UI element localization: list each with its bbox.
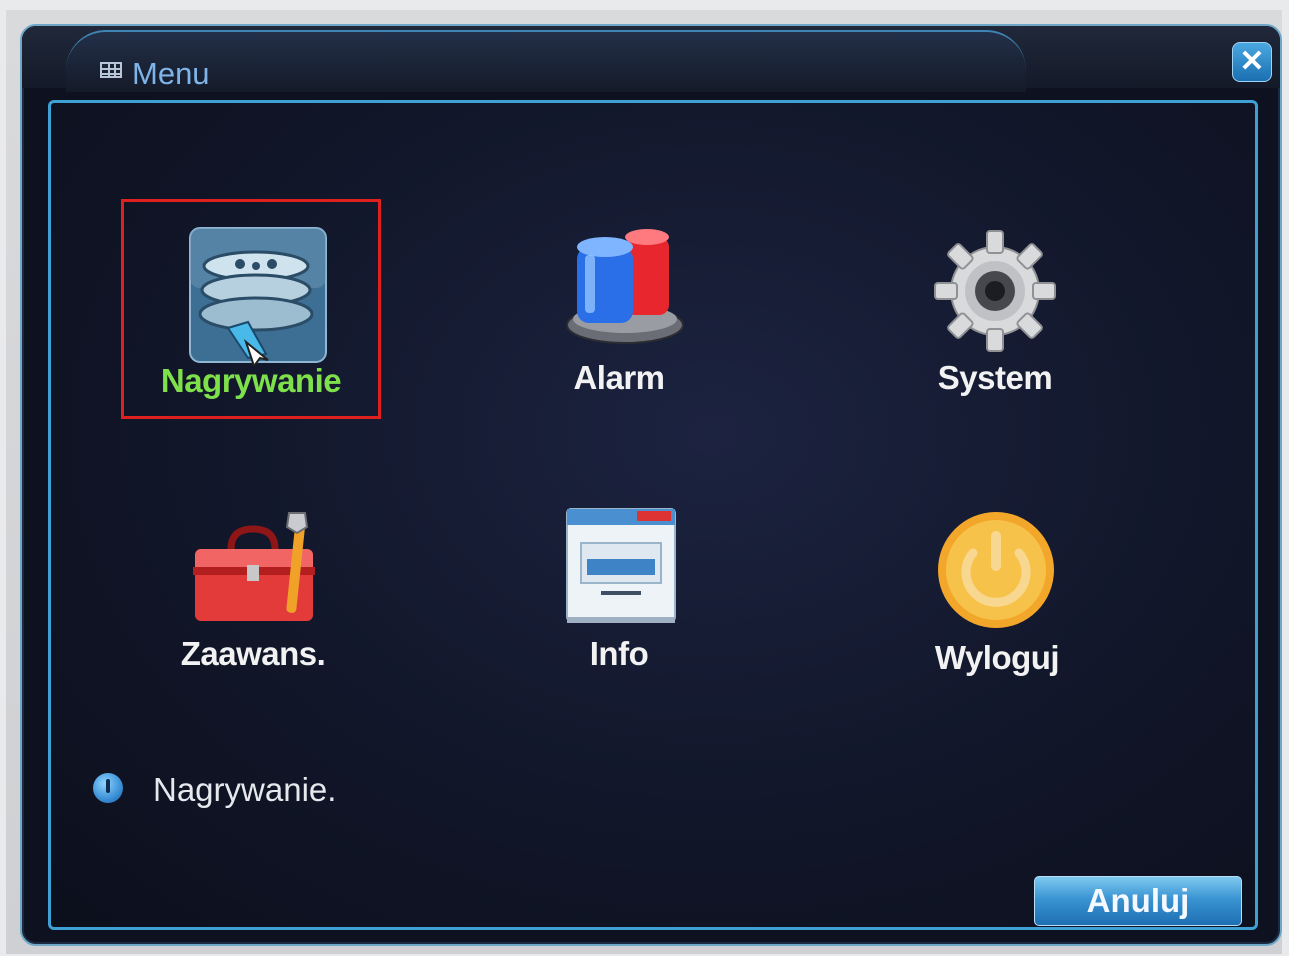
monitor-screen: Menu ✕ Nagrywanie Alarm System Zaawans. … (6, 10, 1282, 954)
tile-label: Wyloguj (934, 639, 1060, 676)
film-reels-icon (189, 227, 327, 366)
status-text: Nagrywanie. (153, 771, 337, 808)
menu-item-system[interactable]: System (865, 199, 1125, 419)
menu-window: Menu ✕ Nagrywanie Alarm System Zaawans. … (20, 24, 1282, 946)
menu-item-nagrywanie[interactable]: Nagrywanie (121, 199, 381, 419)
info-status-icon (93, 773, 123, 803)
title-bar: Menu ✕ (22, 26, 1280, 92)
info-window-icon (566, 508, 676, 623)
menu-item-alarm[interactable]: Alarm (489, 199, 749, 419)
title-tab (66, 30, 1026, 92)
menu-item-info[interactable]: Info (489, 489, 749, 709)
cancel-button[interactable]: Anuluj (1034, 876, 1242, 926)
tile-label: Nagrywanie (160, 362, 342, 399)
menu-content: Nagrywanie Alarm System Zaawans. Info Wy… (48, 100, 1258, 930)
gear-icon (934, 230, 1056, 352)
menu-item-wyloguj[interactable]: Wyloguj (867, 489, 1127, 709)
menu-grid-icon (100, 62, 122, 78)
tile-label: Zaawans. (180, 635, 326, 672)
tile-label: Alarm (573, 359, 665, 396)
alarm-siren-icon (566, 229, 684, 344)
tile-label: Info (589, 635, 649, 672)
tile-label: System (937, 359, 1053, 396)
power-icon (938, 512, 1054, 628)
menu-item-zaawans[interactable]: Zaawans. (123, 489, 383, 709)
window-title: Menu (132, 56, 210, 91)
close-button[interactable]: ✕ (1232, 42, 1272, 82)
toolbox-icon (193, 512, 315, 621)
